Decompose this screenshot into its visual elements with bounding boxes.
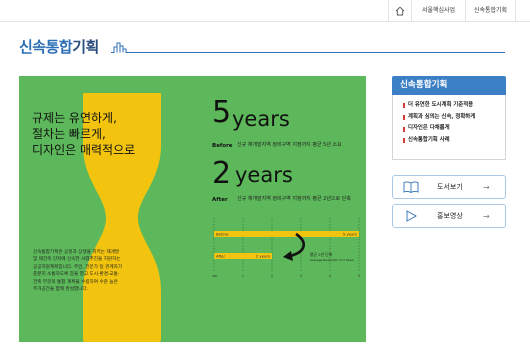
- axis-tick-2: 2: [271, 274, 273, 278]
- page-title-part1: 신속통합: [19, 38, 73, 56]
- axis-tick-3: 3: [300, 274, 302, 278]
- building-skyline-icon: [111, 42, 129, 53]
- before-number: 5: [212, 95, 232, 130]
- after-description: 신규 재개발지역 정비구역 지정까지 평균 2년으로 단축: [237, 196, 351, 202]
- book-icon: [403, 181, 419, 193]
- reduction-arrowhead: [283, 251, 293, 261]
- sidebar-item-diverse-design[interactable]: 디자인은 다채롭게: [403, 123, 505, 135]
- reduction-arrow: [289, 232, 305, 258]
- axis-tick-4: 4: [329, 274, 331, 278]
- promo-video-button[interactable]: 홍보영상 →: [392, 204, 506, 228]
- before-description: 신규 재개발지역 정비구역 지정까지 평균 5년 소요: [237, 142, 342, 148]
- play-icon: [406, 210, 417, 222]
- before-label: Before: [212, 143, 233, 149]
- home-icon: [395, 6, 405, 16]
- before-bar-end: 5 years: [343, 232, 357, 237]
- sidebar-item-flexible-planning[interactable]: 더 유연한 도시계획 기준적용: [403, 100, 505, 112]
- promo-video-label: 홍보영상: [437, 212, 463, 220]
- after-bar-label: After: [216, 254, 226, 259]
- arrow-right-icon: →: [483, 182, 490, 192]
- slogan-line-1: 규제는 유연하게,: [32, 111, 117, 125]
- axis-tick-1: 1: [242, 274, 244, 278]
- sidebar-item-fast-review[interactable]: 계획과 심의는 신속, 정확하게: [403, 112, 505, 124]
- timeline-chart: Before 5 years After 2 years 평균 2년 단축 Av…: [212, 218, 360, 278]
- slogan-line-3: 디자인은 매력적으로: [32, 143, 136, 157]
- title-underline: [129, 52, 505, 53]
- before-unit: years: [232, 107, 290, 131]
- reduction-note-line-2: Average Reduction of 2 Years: [310, 258, 354, 262]
- sidebar-menu: 더 유연한 도시계획 기준적용 계획과 심의는 신속, 정확하게 디자인은 다채…: [392, 95, 506, 160]
- page-title-part2: 기획: [72, 38, 99, 56]
- slogan-line-2: 절차는 빠르게,: [32, 127, 106, 141]
- reduction-note-line-1: 평균 2년 단축: [310, 252, 333, 257]
- before-bar-label: Before: [216, 232, 229, 237]
- top-breadcrumb-bar: 서울핵심사업 신속통합기획: [0, 0, 530, 22]
- axis-tick-5: 5: [358, 274, 360, 278]
- promo-banner: 규제는 유연하게, 절차는 빠르게, 디자인은 매력적으로 신속통합기획은 공정…: [19, 76, 366, 342]
- sidebar-heading: 신속통합기획: [392, 76, 506, 95]
- after-label: After: [212, 197, 228, 203]
- before-bar: [214, 231, 359, 237]
- intro-paragraph: 신속통합기획은 공정과 상생을 지키는 재개발 및 재건축 단지에 신속한 사업…: [33, 250, 123, 293]
- after-bar-end: 2 years: [256, 254, 270, 259]
- breadcrumb-item-current[interactable]: 신속통합기획: [466, 0, 516, 22]
- arrow-right-icon: →: [483, 211, 490, 221]
- axis-start-label: year: [212, 274, 218, 278]
- breadcrumb-item-seoul-core-projects[interactable]: 서울핵심사업: [412, 0, 466, 22]
- after-number: 2: [212, 156, 232, 191]
- after-unit: years: [235, 163, 293, 187]
- sidebar-item-cases[interactable]: 신속통합기획 사례: [403, 135, 505, 147]
- slogan-text: 규제는 유연하게, 절차는 빠르게, 디자인은 매력적으로: [32, 110, 135, 158]
- home-button[interactable]: [388, 0, 412, 22]
- page-title: 신속통합기획: [19, 36, 99, 57]
- view-book-button[interactable]: 도서보기 →: [392, 175, 506, 199]
- view-book-label: 도서보기: [437, 183, 463, 191]
